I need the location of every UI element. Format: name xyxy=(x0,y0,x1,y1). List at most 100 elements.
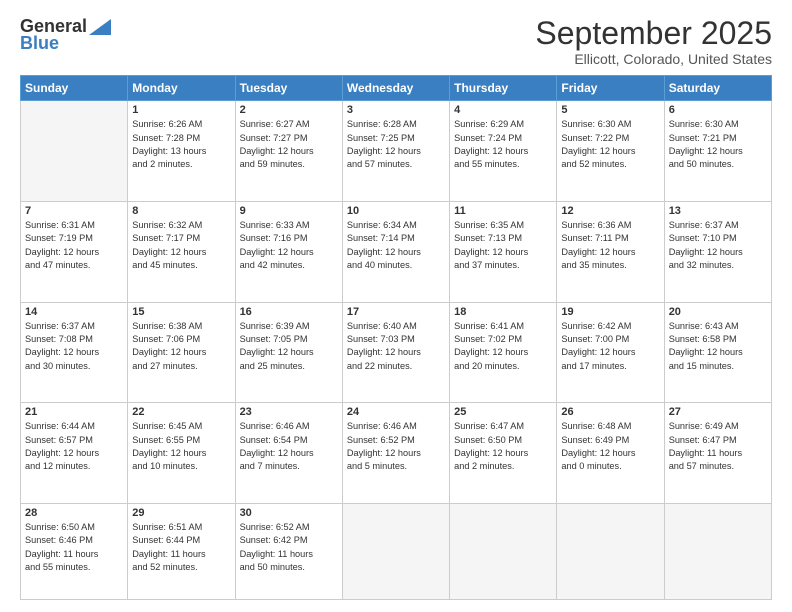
table-row: 7 Sunrise: 6:31 AMSunset: 7:19 PMDaylight… xyxy=(21,201,128,302)
sunset-time: Sunset: 7:05 PM xyxy=(240,334,308,344)
table-row: 12Sunrise: 6:36 AMSunset: 7:11 PMDayligh… xyxy=(557,201,664,302)
daylight-continuation: and 0 minutes. xyxy=(561,461,621,471)
table-row: 16Sunrise: 6:39 AMSunset: 7:05 PMDayligh… xyxy=(235,302,342,403)
day-info: Sunrise: 6:52 AMSunset: 6:42 PMDaylight:… xyxy=(240,521,338,574)
day-number: 25 xyxy=(454,406,552,418)
sunrise-time: Sunrise: 6:45 AM xyxy=(132,421,202,431)
day-number: 17 xyxy=(347,306,445,318)
daylight-hours: Daylight: 12 hours xyxy=(240,146,314,156)
sunrise-time: Sunrise: 6:51 AM xyxy=(132,522,202,532)
daylight-continuation: and 20 minutes. xyxy=(454,361,519,371)
daylight-hours: Daylight: 12 hours xyxy=(132,448,206,458)
sunrise-time: Sunrise: 6:40 AM xyxy=(347,321,417,331)
daylight-hours: Daylight: 12 hours xyxy=(561,347,635,357)
day-info: Sunrise: 6:41 AMSunset: 7:02 PMDaylight:… xyxy=(454,320,552,373)
daylight-continuation: and 32 minutes. xyxy=(669,260,734,270)
table-row: 24Sunrise: 6:46 AMSunset: 6:52 PMDayligh… xyxy=(342,403,449,504)
daylight-continuation: and 42 minutes. xyxy=(240,260,305,270)
col-tuesday: Tuesday xyxy=(235,76,342,101)
day-number: 18 xyxy=(454,306,552,318)
sunset-time: Sunset: 7:24 PM xyxy=(454,133,522,143)
table-row: 18 Sunrise: 6:41 AMSunset: 7:02 PMDayligh… xyxy=(450,302,557,403)
title-block: September 2025 Ellicott, Colorado, Unite… xyxy=(535,16,772,67)
table-row: 9Sunrise: 6:33 AMSunset: 7:16 PMDaylight… xyxy=(235,201,342,302)
table-row xyxy=(664,503,771,599)
daylight-continuation: and 12 minutes. xyxy=(25,461,90,471)
sunset-time: Sunset: 7:13 PM xyxy=(454,233,522,243)
day-number: 7 xyxy=(25,205,123,217)
day-number: 3 xyxy=(347,104,445,116)
table-row: 17 Sunrise: 6:40 AMSunset: 7:03 PMDayligh… xyxy=(342,302,449,403)
daylight-hours: Daylight: 11 hours xyxy=(25,549,98,559)
sunset-time: Sunset: 7:16 PM xyxy=(240,233,308,243)
table-row xyxy=(342,503,449,599)
day-info: Sunrise: 6:31 AMSunset: 7:19 PMDaylight:… xyxy=(25,219,123,272)
day-info: Sunrise: 6:46 AMSunset: 6:54 PMDaylight:… xyxy=(240,420,338,473)
day-number: 19 xyxy=(561,306,659,318)
day-number: 9 xyxy=(240,205,338,217)
day-info: Sunrise: 6:45 AMSunset: 6:55 PMDaylight:… xyxy=(132,420,230,473)
sunset-time: Sunset: 6:52 PM xyxy=(347,435,415,445)
sunrise-time: Sunrise: 6:37 AM xyxy=(25,321,95,331)
page: General Blue September 2025 Ellicott, Co… xyxy=(0,0,792,612)
table-row: 14Sunrise: 6:37 AMSunset: 7:08 PMDayligh… xyxy=(21,302,128,403)
sunset-time: Sunset: 7:19 PM xyxy=(25,233,93,243)
sunrise-time: Sunrise: 6:47 AM xyxy=(454,421,524,431)
daylight-hours: Daylight: 12 hours xyxy=(347,146,421,156)
sunrise-time: Sunrise: 6:32 AM xyxy=(132,220,202,230)
calendar-week-row: 1Sunrise: 6:26 AMSunset: 7:28 PMDaylight… xyxy=(21,101,772,202)
table-row: 25Sunrise: 6:47 AMSunset: 6:50 PMDayligh… xyxy=(450,403,557,504)
day-info: Sunrise: 6:44 AMSunset: 6:57 PMDaylight:… xyxy=(25,420,123,473)
daylight-hours: Daylight: 11 hours xyxy=(669,448,742,458)
calendar-title: September 2025 xyxy=(535,16,772,51)
table-row: 13Sunrise: 6:37 AMSunset: 7:10 PMDayligh… xyxy=(664,201,771,302)
calendar-week-row: 28Sunrise: 6:50 AMSunset: 6:46 PMDayligh… xyxy=(21,503,772,599)
day-number: 20 xyxy=(669,306,767,318)
daylight-continuation: and 2 minutes. xyxy=(454,461,514,471)
logo-blue: Blue xyxy=(20,33,59,54)
daylight-continuation: and 2 minutes. xyxy=(132,159,192,169)
day-number: 8 xyxy=(132,205,230,217)
sunset-time: Sunset: 7:10 PM xyxy=(669,233,737,243)
day-number: 2 xyxy=(240,104,338,116)
sunrise-time: Sunrise: 6:41 AM xyxy=(454,321,524,331)
daylight-hours: Daylight: 12 hours xyxy=(669,146,743,156)
daylight-hours: Daylight: 12 hours xyxy=(347,347,421,357)
daylight-continuation: and 37 minutes. xyxy=(454,260,519,270)
sunset-time: Sunset: 7:17 PM xyxy=(132,233,200,243)
table-row: 10Sunrise: 6:34 AMSunset: 7:14 PMDayligh… xyxy=(342,201,449,302)
sunrise-time: Sunrise: 6:36 AM xyxy=(561,220,631,230)
daylight-continuation: and 10 minutes. xyxy=(132,461,197,471)
table-row xyxy=(557,503,664,599)
day-info: Sunrise: 6:42 AMSunset: 7:00 PMDaylight:… xyxy=(561,320,659,373)
col-saturday: Saturday xyxy=(664,76,771,101)
day-number: 30 xyxy=(240,507,338,519)
daylight-hours: Daylight: 12 hours xyxy=(132,347,206,357)
day-info: Sunrise: 6:40 AMSunset: 7:03 PMDaylight:… xyxy=(347,320,445,373)
sunrise-time: Sunrise: 6:43 AM xyxy=(669,321,739,331)
header: General Blue September 2025 Ellicott, Co… xyxy=(20,16,772,67)
daylight-continuation: and 52 minutes. xyxy=(132,562,197,572)
day-info: Sunrise: 6:48 AMSunset: 6:49 PMDaylight:… xyxy=(561,420,659,473)
sunrise-time: Sunrise: 6:42 AM xyxy=(561,321,631,331)
sunrise-time: Sunrise: 6:37 AM xyxy=(669,220,739,230)
table-row: 22 Sunrise: 6:45 AMSunset: 6:55 PMDayligh… xyxy=(128,403,235,504)
col-monday: Monday xyxy=(128,76,235,101)
table-row: 29Sunrise: 6:51 AMSunset: 6:44 PMDayligh… xyxy=(128,503,235,599)
table-row: 28Sunrise: 6:50 AMSunset: 6:46 PMDayligh… xyxy=(21,503,128,599)
sunrise-time: Sunrise: 6:28 AM xyxy=(347,119,417,129)
daylight-hours: Daylight: 12 hours xyxy=(347,448,421,458)
table-row: 26Sunrise: 6:48 AMSunset: 6:49 PMDayligh… xyxy=(557,403,664,504)
day-info: Sunrise: 6:30 AMSunset: 7:21 PMDaylight:… xyxy=(669,118,767,171)
day-number: 10 xyxy=(347,205,445,217)
day-number: 22 xyxy=(132,406,230,418)
sunrise-time: Sunrise: 6:38 AM xyxy=(132,321,202,331)
sunset-time: Sunset: 6:57 PM xyxy=(25,435,93,445)
day-info: Sunrise: 6:28 AMSunset: 7:25 PMDaylight:… xyxy=(347,118,445,171)
day-number: 27 xyxy=(669,406,767,418)
calendar-week-row: 14Sunrise: 6:37 AMSunset: 7:08 PMDayligh… xyxy=(21,302,772,403)
daylight-hours: Daylight: 12 hours xyxy=(561,448,635,458)
table-row: 27Sunrise: 6:49 AMSunset: 6:47 PMDayligh… xyxy=(664,403,771,504)
daylight-continuation: and 59 minutes. xyxy=(240,159,305,169)
daylight-continuation: and 47 minutes. xyxy=(25,260,90,270)
